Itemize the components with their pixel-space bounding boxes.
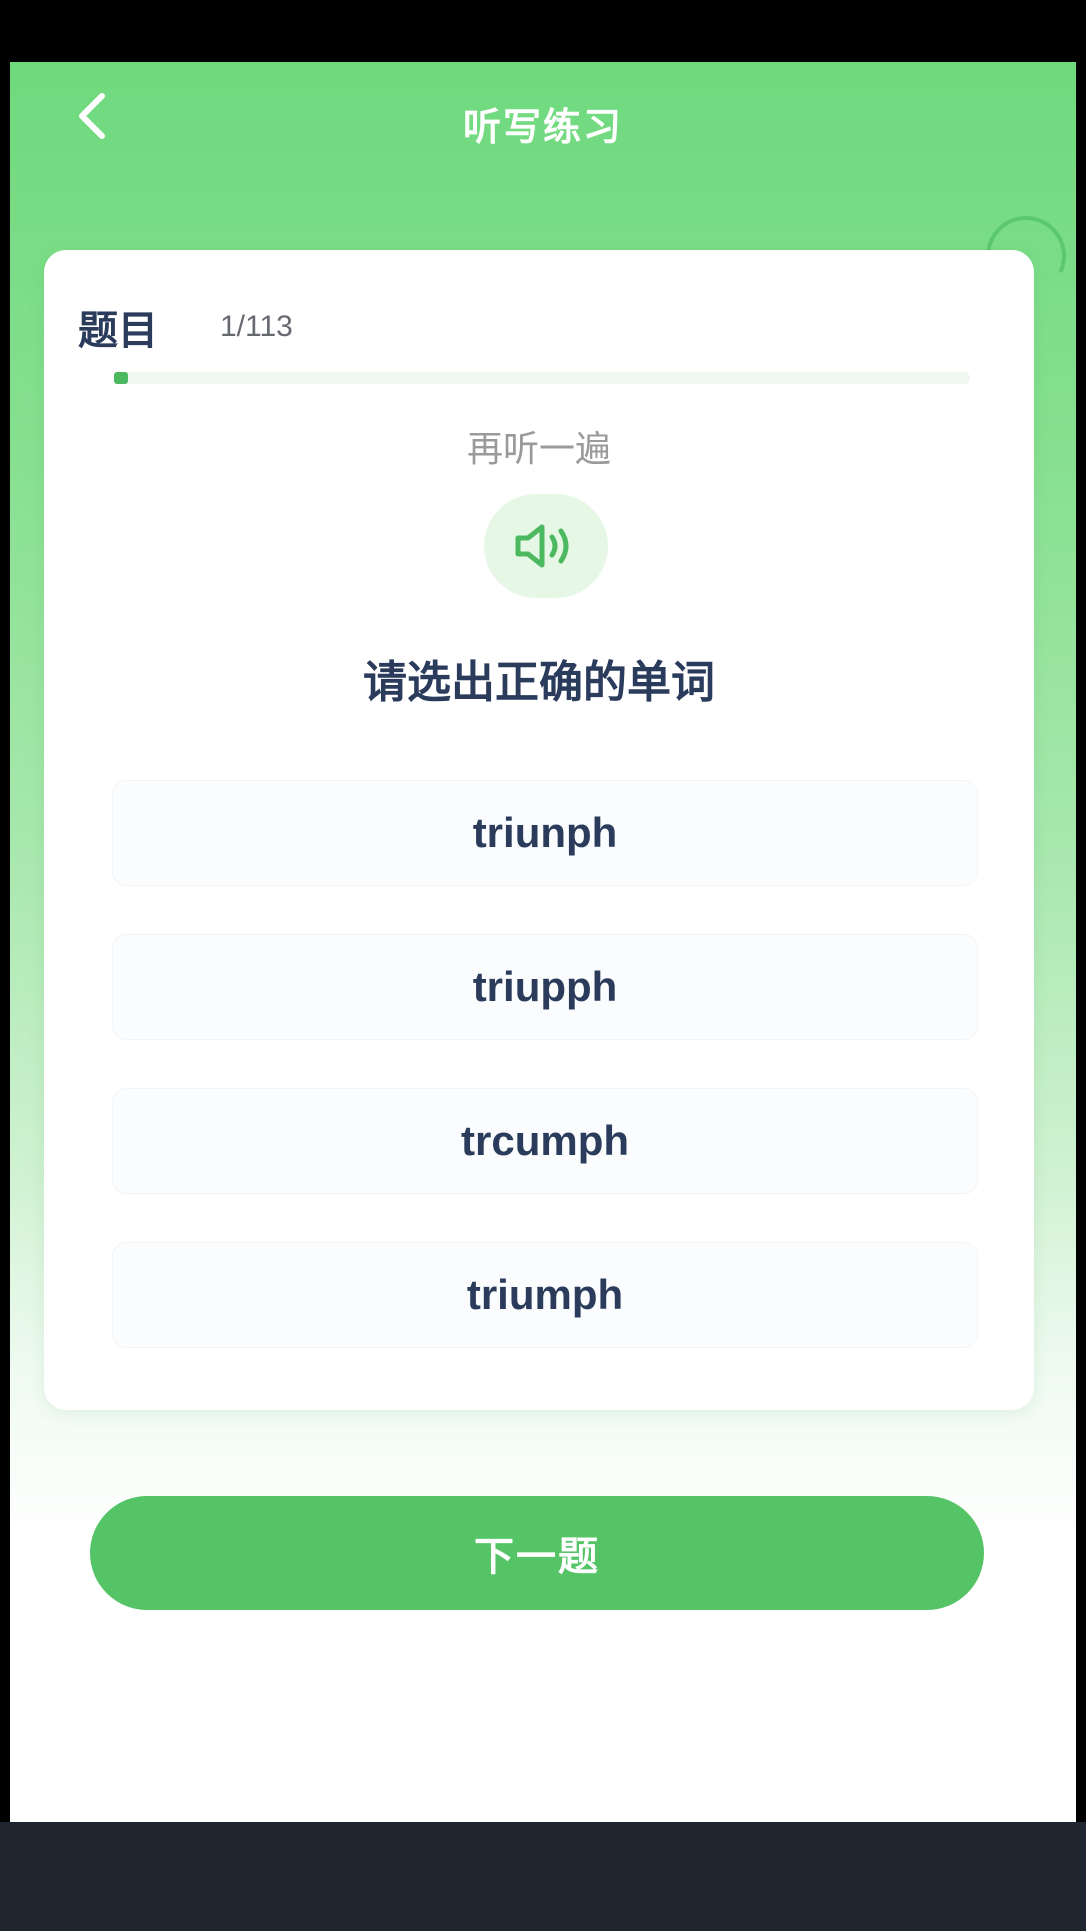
- relisten-label[interactable]: 再听一遍: [44, 420, 1034, 472]
- next-question-button[interactable]: 下一题: [90, 1496, 984, 1610]
- option-3[interactable]: trcumph: [112, 1088, 978, 1194]
- question-counter: 1/113: [220, 310, 293, 343]
- option-2[interactable]: triupph: [112, 934, 978, 1040]
- instruction-text: 请选出正确的单词: [363, 657, 715, 708]
- play-audio-button[interactable]: [484, 494, 608, 598]
- status-bar-area: [0, 0, 1086, 62]
- navigation-bar: [0, 1822, 1086, 1931]
- options-list: triunph triupph trcumph triumph: [112, 780, 978, 1396]
- page-title: 听写练习: [462, 105, 623, 149]
- option-4[interactable]: triumph: [112, 1242, 978, 1348]
- speaker-icon: [515, 524, 569, 568]
- progress-fill: [114, 372, 128, 384]
- question-label: 题目: [78, 308, 158, 354]
- option-1[interactable]: triunph: [112, 780, 978, 886]
- question-card: 题目 1/113 再听一遍 请选出正确的单词 triunph triupph t…: [44, 250, 1034, 1410]
- progress-bar: [114, 372, 970, 384]
